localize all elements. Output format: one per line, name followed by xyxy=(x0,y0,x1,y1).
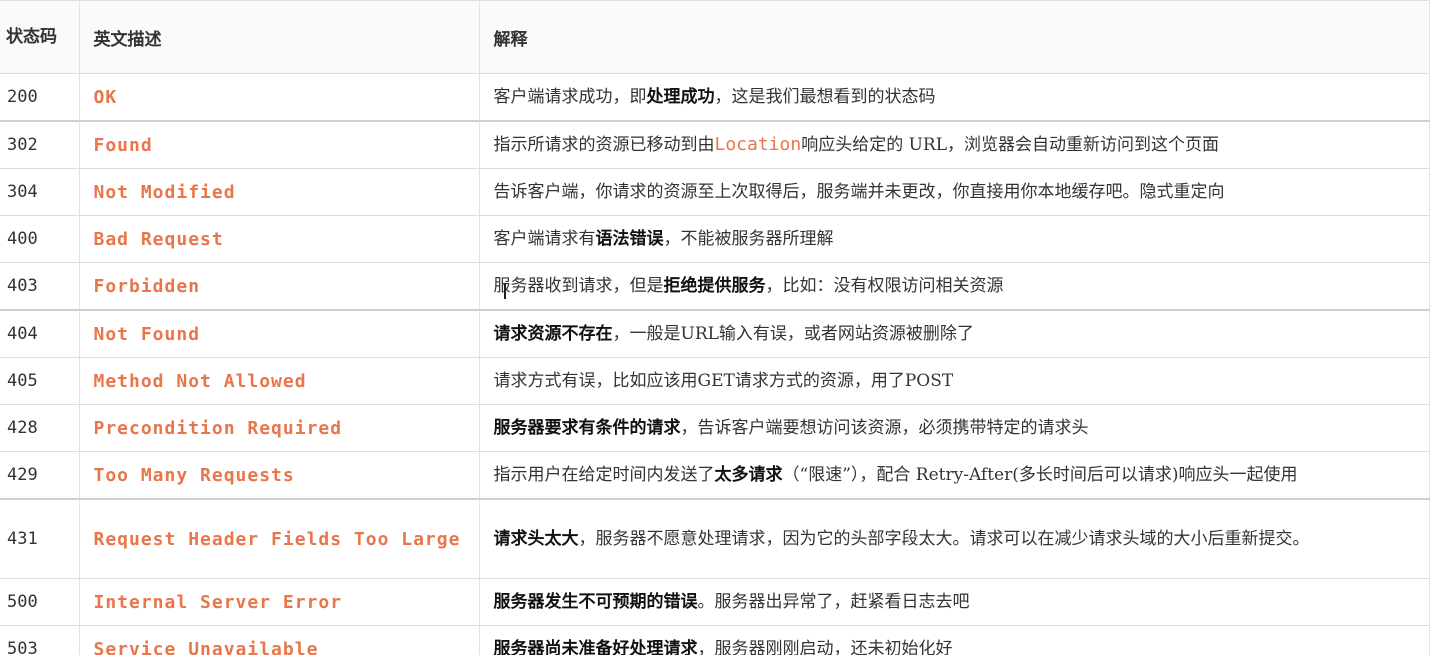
explanation-text: ，告诉客户端要想访问该资源，必须携带特定的请求头 xyxy=(680,418,1089,438)
explanation-text: ，比如：没有权限访问相关资源 xyxy=(765,276,1004,296)
status-explanation-cell: 告诉客户端，你请求的资源至上次取得后，服务端并未更改，你直接用你本地缓存吧。隐式… xyxy=(479,168,1430,216)
http-status-table: 状态码 英文描述 解释 200 OK 客户端请求成功，即处理成功，这是我们最想看到的… xyxy=(0,0,1430,655)
table-row: 429 Too Many Requests 指示用户在给定时间内发送了太多请求（“限… xyxy=(0,451,1430,499)
table-row: 503 Service Unavailable 服务器尚未准备好处理请求，服务器刚刚… xyxy=(0,625,1430,655)
status-explanation-cell: 客户端请求有语法错误，不能被服务器所理解 xyxy=(479,215,1430,263)
emphasis-text: 服务器尚未准备好处理请求 xyxy=(493,639,698,655)
table-body: 200 OK 客户端请求成功，即处理成功，这是我们最想看到的状态码 302 Found 指… xyxy=(0,73,1430,655)
status-code-cell: 428 xyxy=(0,404,80,452)
header-english-description: 英文描述 xyxy=(79,0,480,74)
status-code-cell: 503 xyxy=(0,625,80,655)
explanation-text: ，服务器不愿意处理请求，因为它的头部字段太大。请求可以在减少请求头域的大小后重新… xyxy=(578,529,1310,549)
status-explanation-cell: 请求资源不存在，一般是URL输入有误，或者网站资源被删除了 xyxy=(479,309,1430,358)
table-row: 405 Method Not Allowed 请求方式有误，比如应该用GET请求方式… xyxy=(0,357,1430,405)
explanation-text: 。服务器出异常了，赶紧看日志去吧 xyxy=(697,592,970,612)
table-row: 404 Not Found 请求资源不存在，一般是URL输入有误，或者网站资源被删除… xyxy=(0,309,1430,358)
status-explanation-cell: 客户端请求成功，即处理成功，这是我们最想看到的状态码 xyxy=(479,73,1430,121)
emphasis-text: 服务器要求有条件的请求 xyxy=(493,418,681,438)
table-row: 400 Bad Request 客户端请求有语法错误，不能被服务器所理解 xyxy=(0,215,1430,263)
table-row: 200 OK 客户端请求成功，即处理成功，这是我们最想看到的状态码 xyxy=(0,73,1430,121)
status-code-cell: 404 xyxy=(0,309,80,358)
header-explanation: 解释 xyxy=(479,0,1430,74)
status-name-cell: Found xyxy=(79,120,480,169)
explanation-text: 服务器收到请求，但是 xyxy=(493,276,664,296)
explanation-text: ，这是我们最想看到的状态码 xyxy=(714,87,936,107)
status-explanation-cell: 服务器发生不可预期的错误。服务器出异常了，赶紧看日志去吧 xyxy=(479,578,1430,626)
explanation-text: 请求方式有误，比如应该用GET请求方式的资源，用了POST xyxy=(493,371,954,391)
emphasis-text: 处理成功 xyxy=(646,87,715,107)
status-explanation-cell: 服务器收到请求，但是拒绝提供服务，比如：没有权限访问相关资源 xyxy=(479,262,1430,310)
table-row: 302 Found 指示所请求的资源已移动到由Location响应头给定的 URL，… xyxy=(0,120,1430,169)
status-code-cell: 403 xyxy=(0,262,80,310)
emphasis-text: 拒绝提供服务 xyxy=(663,276,766,296)
explanation-text: 客户端请求成功，即 xyxy=(493,87,647,107)
status-name-cell: Service Unavailable xyxy=(79,625,480,655)
status-explanation-cell: 指示用户在给定时间内发送了太多请求（“限速”），配合 Retry-After(多… xyxy=(479,451,1430,499)
status-code-cell: 304 xyxy=(0,168,80,216)
status-explanation-cell: 服务器要求有条件的请求，告诉客户端要想访问该资源，必须携带特定的请求头 xyxy=(479,404,1430,452)
explanation-text: （“限速”），配合 Retry-After(多长时间后可以请求)响应头一起使用 xyxy=(782,465,1298,485)
status-explanation-cell: 指示所请求的资源已移动到由Location响应头给定的 URL，浏览器会自动重新… xyxy=(479,120,1430,169)
code-fragment: Location xyxy=(714,134,802,155)
table-header: 状态码 英文描述 解释 xyxy=(0,0,1430,74)
explanation-text: ，服务器刚刚启动，还未初始化好 xyxy=(697,639,953,655)
status-code-cell: 431 xyxy=(0,498,80,579)
table-row: 500 Internal Server Error 服务器发生不可预期的错误。服务器… xyxy=(0,578,1430,626)
explanation-text: 指示所请求的资源已移动到由 xyxy=(493,135,715,155)
status-explanation-cell: 请求方式有误，比如应该用GET请求方式的资源，用了POST xyxy=(479,357,1430,405)
status-code-cell: 405 xyxy=(0,357,80,405)
table-row: 428 Precondition Required 服务器要求有条件的请求，告诉客户… xyxy=(0,404,1430,452)
table-row: 431 Request Header Fields Too Large 请求头太大，… xyxy=(0,498,1430,579)
explanation-text: 客户端请求有 xyxy=(493,229,596,249)
status-name-cell: Method Not Allowed xyxy=(79,357,480,405)
explanation-text: ，一般是URL输入有误，或者网站资源被删除了 xyxy=(612,324,974,344)
table-row: 403 Forbidden 服务器收到请求，但是拒绝提供服务，比如：没有权限访问相关… xyxy=(0,262,1430,310)
emphasis-text: 太多请求 xyxy=(714,465,783,485)
emphasis-text: 服务器发生不可预期的错误 xyxy=(493,592,698,612)
status-name-cell: Forbidden xyxy=(79,262,480,310)
explanation-text: 指示用户在给定时间内发送了 xyxy=(493,465,715,485)
status-name-cell: Precondition Required xyxy=(79,404,480,452)
status-name-cell: Not Found xyxy=(79,309,480,358)
text-cursor-icon xyxy=(504,283,506,299)
status-name-cell: Too Many Requests xyxy=(79,451,480,499)
emphasis-text: 请求头太大 xyxy=(493,529,579,549)
status-code-cell: 400 xyxy=(0,215,80,263)
status-explanation-cell: 服务器尚未准备好处理请求，服务器刚刚启动，还未初始化好 xyxy=(479,625,1430,655)
status-code-cell: 302 xyxy=(0,120,80,169)
status-code-cell: 500 xyxy=(0,578,80,626)
status-name-cell: Bad Request xyxy=(79,215,480,263)
status-code-cell: 429 xyxy=(0,451,80,499)
status-name-cell: Internal Server Error xyxy=(79,578,480,626)
explanation-text: 响应头给定的 URL，浏览器会自动重新访问到这个页面 xyxy=(801,135,1220,155)
header-status-code: 状态码 xyxy=(0,0,80,74)
status-explanation-cell: 请求头太大，服务器不愿意处理请求，因为它的头部字段太大。请求可以在减少请求头域的… xyxy=(479,498,1430,579)
explanation-text: ，不能被服务器所理解 xyxy=(663,229,834,249)
table-row: 304 Not Modified 告诉客户端，你请求的资源至上次取得后，服务端并未更… xyxy=(0,168,1430,216)
emphasis-text: 请求资源不存在 xyxy=(493,324,613,344)
header-row: 状态码 英文描述 解释 xyxy=(0,0,1430,74)
status-name-cell: OK xyxy=(79,73,480,121)
explanation-text: 告诉客户端，你请求的资源至上次取得后，服务端并未更改，你直接用你本地缓存吧。隐式… xyxy=(493,182,1225,202)
emphasis-text: 语法错误 xyxy=(595,229,664,249)
status-code-cell: 200 xyxy=(0,73,80,121)
status-name-cell: Not Modified xyxy=(79,168,480,216)
status-name-cell: Request Header Fields Too Large xyxy=(79,498,480,579)
